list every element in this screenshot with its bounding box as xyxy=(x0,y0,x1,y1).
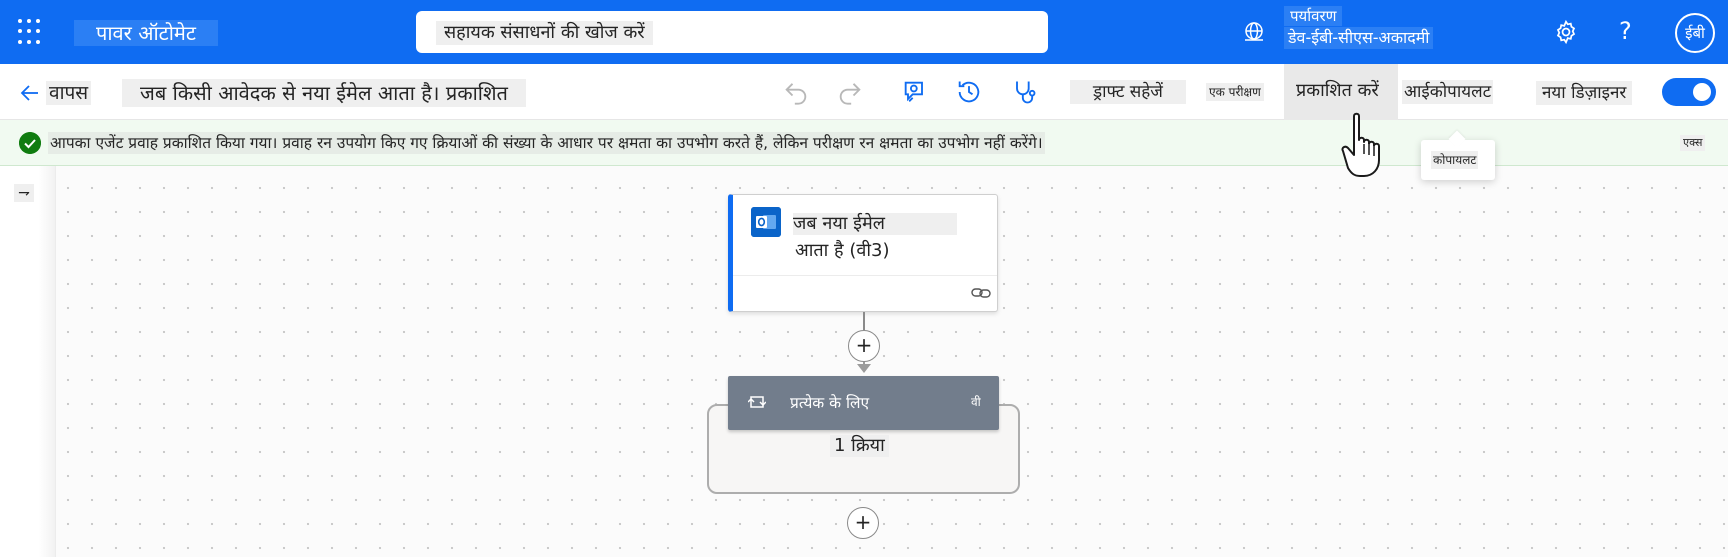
outlook-icon xyxy=(751,207,781,237)
arrow-left-icon xyxy=(20,85,38,101)
app-title[interactable]: पावर ऑटोमेट xyxy=(74,20,218,46)
foreach-version-badge: वी xyxy=(971,395,981,409)
insert-step-button[interactable]: + xyxy=(848,330,880,362)
avatar[interactable]: ईबी xyxy=(1675,13,1715,53)
loop-icon xyxy=(748,396,766,408)
new-designer-toggle[interactable] xyxy=(1662,78,1716,106)
action-count[interactable]: 1 क्रिया xyxy=(830,435,889,457)
notification-message: आपका एजेंट प्रवाह प्रकाशित किया गया। प्र… xyxy=(48,132,1045,154)
dismiss-notification-button[interactable]: एक्स xyxy=(1680,135,1706,151)
redo-icon[interactable] xyxy=(836,78,864,106)
foreach-header[interactable]: प्रत्येक के लिए वी xyxy=(728,376,999,430)
version-history-icon[interactable] xyxy=(955,78,983,106)
expand-panel-button[interactable]: ⇁ xyxy=(14,184,34,202)
link-icon[interactable] xyxy=(971,285,991,301)
app-header: पावर ऑटोमेट सहायक संसाधनों की खोज करें प… xyxy=(0,0,1728,64)
success-check-icon xyxy=(19,132,41,154)
search-placeholder: सहायक संसाधनों की खोज करें xyxy=(436,21,653,45)
tooltip-text: कोपायलट xyxy=(1431,151,1479,169)
new-designer-label: नया डिज़ाइनर xyxy=(1536,81,1633,105)
flow-title[interactable]: जब किसी आवेदक से नया ईमेल आता है। प्रकाश… xyxy=(122,79,526,107)
connector-arrow xyxy=(857,364,871,373)
hand-cursor-icon xyxy=(1341,112,1380,177)
foreach-title: प्रत्येक के लिए xyxy=(790,394,870,412)
test-button[interactable]: एक परीक्षण xyxy=(1206,83,1264,101)
back-button[interactable]: वापस xyxy=(18,80,92,106)
trigger-title-line2: आता है (वी3) xyxy=(795,240,890,261)
connector-line xyxy=(863,312,865,330)
trigger-card[interactable]: जब नया ईमेल आता है (वी3) xyxy=(728,194,998,312)
settings-icon[interactable] xyxy=(1553,19,1579,45)
publish-label: प्रकाशित करें xyxy=(1296,80,1379,101)
copilot-button[interactable]: आईकोपायलट xyxy=(1402,80,1494,104)
environment-name[interactable]: डेव-ईबी-सीएस-अकादमी xyxy=(1284,27,1434,49)
card-divider xyxy=(733,275,997,276)
flow-checker-icon[interactable] xyxy=(901,78,929,106)
left-panel xyxy=(0,166,56,557)
health-icon[interactable] xyxy=(1010,78,1038,106)
search-input[interactable]: सहायक संसाधनों की खोज करें xyxy=(416,11,1048,53)
help-icon[interactable]: ? xyxy=(1619,16,1632,46)
environment-label: पर्यावरण xyxy=(1284,6,1343,26)
environment-icon[interactable] xyxy=(1242,20,1266,44)
insert-step-button[interactable]: + xyxy=(847,507,879,539)
copilot-tooltip: कोपायलट xyxy=(1421,140,1495,180)
back-label: वापस xyxy=(46,81,92,105)
save-draft-button[interactable]: ड्राफ्ट सहेजें xyxy=(1070,80,1186,104)
app-launcher-icon[interactable] xyxy=(18,19,44,45)
undo-icon[interactable] xyxy=(782,78,810,106)
trigger-title-line1: जब नया ईमेल xyxy=(793,213,957,235)
command-bar: वापस जब किसी आवेदक से नया ईमेल आता है। प… xyxy=(0,64,1728,120)
